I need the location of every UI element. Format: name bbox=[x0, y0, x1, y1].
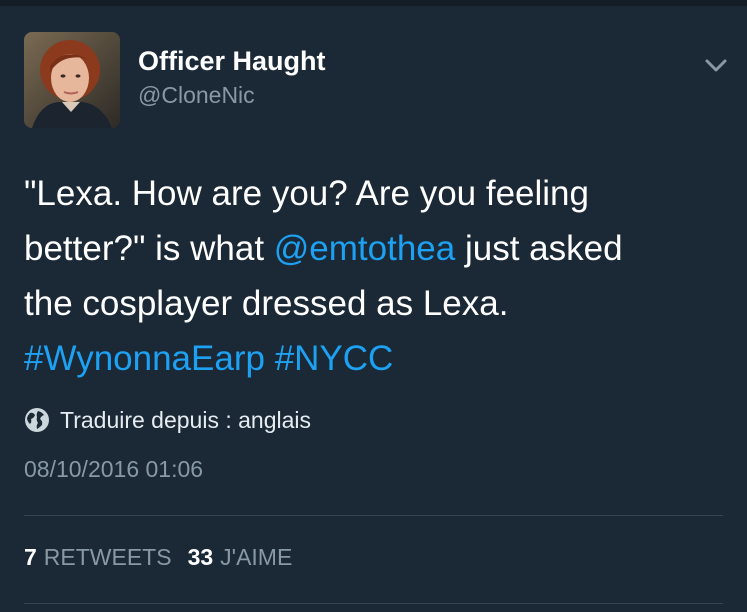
profile-photo bbox=[24, 32, 120, 128]
hashtag-link[interactable]: #NYCC bbox=[275, 339, 394, 378]
tweet-stats: 7 RETWEETS 33 J'AIME bbox=[24, 544, 308, 571]
hashtag-link[interactable]: #WynonnaEarp bbox=[24, 339, 265, 378]
tweet-text-segment: better?" is what bbox=[24, 229, 274, 268]
author-handle[interactable]: @CloneNic bbox=[138, 82, 255, 109]
globe-icon bbox=[24, 407, 50, 433]
retweets-label[interactable]: RETWEETS bbox=[44, 544, 172, 571]
tweet-line-1: "Lexa. How are you? Are you feeling bbox=[24, 174, 589, 213]
top-bar bbox=[0, 0, 747, 6]
divider bbox=[24, 515, 723, 516]
tweet-text: "Lexa. How are you? Are you feeling bette… bbox=[24, 166, 729, 386]
mention-link[interactable]: @emtothea bbox=[274, 229, 455, 268]
tweet-timestamp[interactable]: 08/10/2016 01:06 bbox=[24, 456, 203, 483]
translate-button[interactable]: Traduire depuis : anglais bbox=[24, 404, 311, 436]
divider bbox=[24, 603, 723, 604]
tweet-line-3: the cosplayer dressed as Lexa. bbox=[24, 284, 509, 323]
tweet-text-segment: just asked bbox=[455, 229, 623, 268]
chevron-down-icon[interactable] bbox=[703, 54, 729, 76]
retweets-count[interactable]: 7 bbox=[24, 544, 37, 571]
translate-label: Traduire depuis : anglais bbox=[60, 406, 312, 433]
likes-count[interactable]: 33 bbox=[188, 544, 214, 571]
avatar[interactable] bbox=[24, 32, 120, 128]
author-display-name[interactable]: Officer Haught bbox=[138, 46, 326, 77]
likes-label[interactable]: J'AIME bbox=[220, 544, 292, 571]
